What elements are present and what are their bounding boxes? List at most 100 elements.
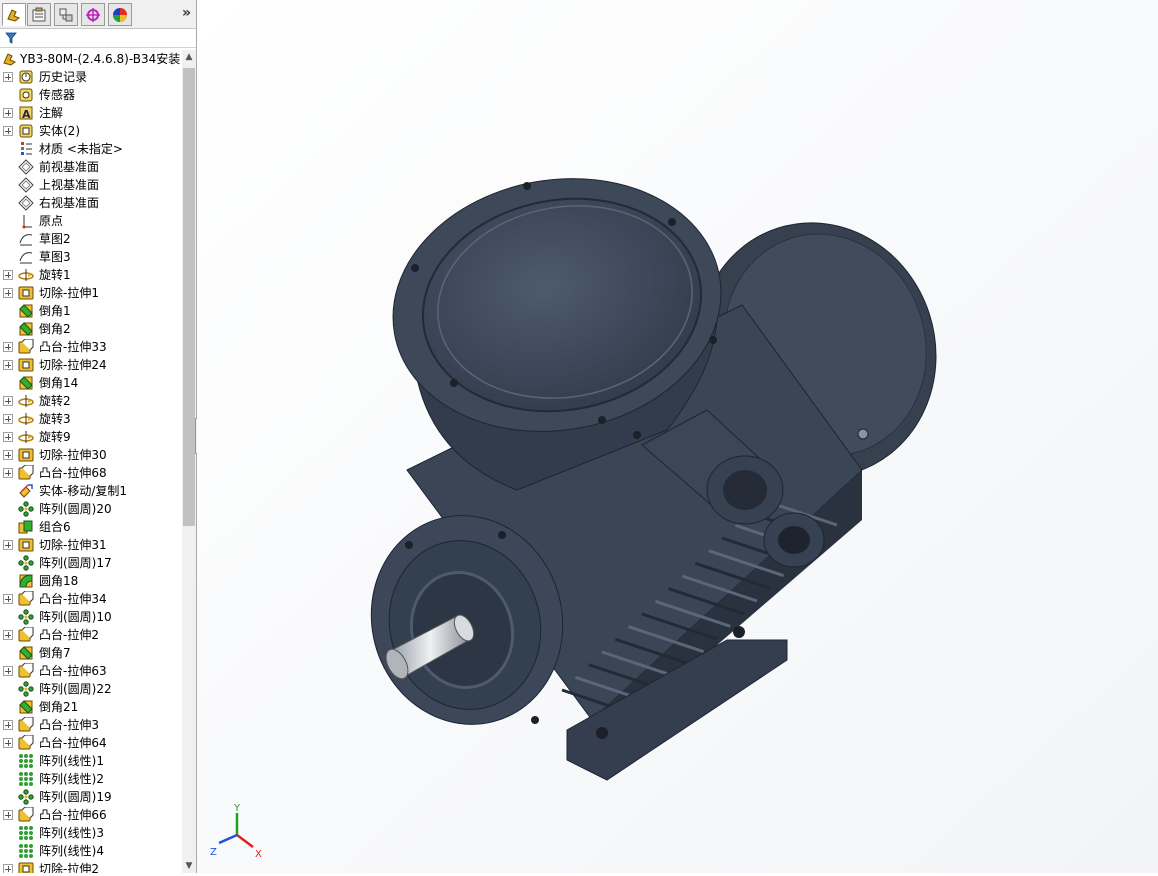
combine-icon [18, 520, 33, 534]
boss-extrude-icon [18, 339, 34, 354]
tree-item[interactable]: 切除-拉伸2 [0, 860, 181, 873]
tree-item[interactable]: 阵列(线性)2 [0, 770, 181, 788]
tree-item[interactable]: 阵列(线性)1 [0, 752, 181, 770]
tree-item[interactable]: 上视基准面 [0, 176, 181, 194]
tree-item[interactable]: 草图2 [0, 230, 181, 248]
tree-item[interactable]: 阵列(圆周)19 [0, 788, 181, 806]
scroll-down-arrow[interactable]: ▼ [182, 859, 196, 873]
tree-item[interactable]: 旋转1 [0, 266, 181, 284]
filter-icon[interactable] [5, 32, 17, 44]
tree-item[interactable]: 凸台-拉伸64 [0, 734, 181, 752]
tree-item[interactable]: 切除-拉伸31 [0, 536, 181, 554]
expand-toggle[interactable] [3, 360, 13, 370]
tree-item-label: 前视基准面 [39, 160, 100, 174]
tree-item[interactable]: 组合6 [0, 518, 181, 536]
tree-item[interactable]: 切除-拉伸30 [0, 446, 181, 464]
tree-item[interactable]: 圆角18 [0, 572, 181, 590]
tree-item-label: 倒角7 [39, 646, 71, 660]
tab-property-manager[interactable] [27, 3, 51, 26]
revolve-icon [18, 431, 34, 443]
expand-toggle[interactable] [3, 864, 13, 873]
tree-item[interactable]: 材质 <未指定> [0, 140, 181, 158]
tab-feature-manager[interactable] [2, 3, 26, 26]
tree-item[interactable]: 右视基准面 [0, 194, 181, 212]
tree-item[interactable]: 阵列(线性)3 [0, 824, 181, 842]
cut-extrude-icon [18, 358, 34, 372]
tree-item-label: 倒角14 [39, 376, 79, 390]
tree-scrollbar[interactable]: ▲ ▼ [182, 50, 196, 873]
expand-toggle[interactable] [3, 594, 13, 604]
tree-item[interactable]: 凸台-拉伸66 [0, 806, 181, 824]
tree-item[interactable]: 实体-移动/复制1 [0, 482, 181, 500]
tree-item[interactable]: 历史记录 [0, 68, 181, 86]
expand-toggle[interactable] [3, 666, 13, 676]
graphics-viewport[interactable]: Y X Z [197, 0, 1158, 873]
tab-configuration-manager[interactable] [54, 3, 78, 26]
tree-item[interactable]: 阵列(圆周)20 [0, 500, 181, 518]
tree-item-label: 原点 [39, 214, 64, 228]
tree-item[interactable]: 切除-拉伸1 [0, 284, 181, 302]
tree-item[interactable]: 凸台-拉伸63 [0, 662, 181, 680]
expand-toggle[interactable] [3, 288, 13, 298]
scroll-up-arrow[interactable]: ▲ [182, 50, 196, 64]
tree-item[interactable]: 倒角1 [0, 302, 181, 320]
more-tabs-button[interactable]: » [182, 5, 191, 21]
tree-item[interactable]: A 注解 [0, 104, 181, 122]
tree-item[interactable]: 倒角14 [0, 374, 181, 392]
expand-toggle[interactable] [3, 342, 13, 352]
tree-item[interactable]: 前视基准面 [0, 158, 181, 176]
expand-toggle[interactable] [3, 450, 13, 460]
tree-item[interactable]: 草图3 [0, 248, 181, 266]
tree-item[interactable]: 旋转3 [0, 410, 181, 428]
expand-toggle[interactable] [3, 72, 13, 82]
expand-toggle[interactable] [3, 630, 13, 640]
tree-item[interactable]: 凸台-拉伸2 [0, 626, 181, 644]
origin-icon [22, 215, 32, 229]
tree-item-label: 阵列(圆周)10 [39, 610, 112, 624]
tree-item[interactable]: 旋转2 [0, 392, 181, 410]
tree-item[interactable]: 阵列(圆周)17 [0, 554, 181, 572]
expand-toggle[interactable] [3, 738, 13, 748]
tree-item[interactable]: 原点 [0, 212, 181, 230]
expand-toggle[interactable] [3, 126, 13, 136]
tree-item[interactable]: 实体(2) [0, 122, 181, 140]
expand-toggle[interactable] [3, 720, 13, 730]
tree-item[interactable]: 阵列(线性)4 [0, 842, 181, 860]
expand-toggle[interactable] [3, 810, 13, 820]
circular-pattern-icon [18, 609, 34, 625]
chamfer-icon [19, 700, 33, 714]
expand-toggle[interactable] [3, 270, 13, 280]
expand-toggle[interactable] [3, 432, 13, 442]
tree-item-label: 倒角1 [39, 304, 71, 318]
tree-item[interactable]: 切除-拉伸24 [0, 356, 181, 374]
scrollbar-thumb[interactable] [183, 68, 195, 526]
tree-item[interactable]: 倒角7 [0, 644, 181, 662]
tree-item[interactable]: 凸台-拉伸33 [0, 338, 181, 356]
expand-toggle[interactable] [3, 396, 13, 406]
boss-extrude-icon [18, 627, 34, 642]
dimxpert-icon [86, 8, 100, 22]
tree-item[interactable]: 凸台-拉伸3 [0, 716, 181, 734]
tree-item-label: 阵列(线性)3 [39, 826, 104, 840]
tree-item[interactable]: 传感器 [0, 86, 181, 104]
tree-item-label: 旋转1 [39, 268, 71, 282]
tree-item[interactable]: 倒角2 [0, 320, 181, 338]
expand-toggle[interactable] [3, 414, 13, 424]
revolve-icon [18, 269, 34, 281]
tab-display-manager[interactable] [108, 3, 132, 26]
tree-item[interactable]: 阵列(圆周)22 [0, 680, 181, 698]
motor-model: Y X Z [197, 0, 1158, 873]
tree-item[interactable]: 旋转9 [0, 428, 181, 446]
filter-bar[interactable] [0, 29, 196, 48]
expand-toggle[interactable] [3, 468, 13, 478]
tree-item[interactable]: 阵列(圆周)10 [0, 608, 181, 626]
tree-item[interactable]: 凸台-拉伸34 [0, 590, 181, 608]
circular-pattern-icon [18, 501, 34, 517]
sensor-icon [19, 88, 33, 102]
tree-item[interactable]: 倒角21 [0, 698, 181, 716]
tab-dimxpert-manager[interactable] [81, 3, 105, 26]
expand-toggle[interactable] [3, 108, 13, 118]
tree-root[interactable]: YB3-80M-(2.4.6.8)-B34安装 [0, 50, 181, 68]
tree-item[interactable]: 凸台-拉伸68 [0, 464, 181, 482]
expand-toggle[interactable] [3, 540, 13, 550]
